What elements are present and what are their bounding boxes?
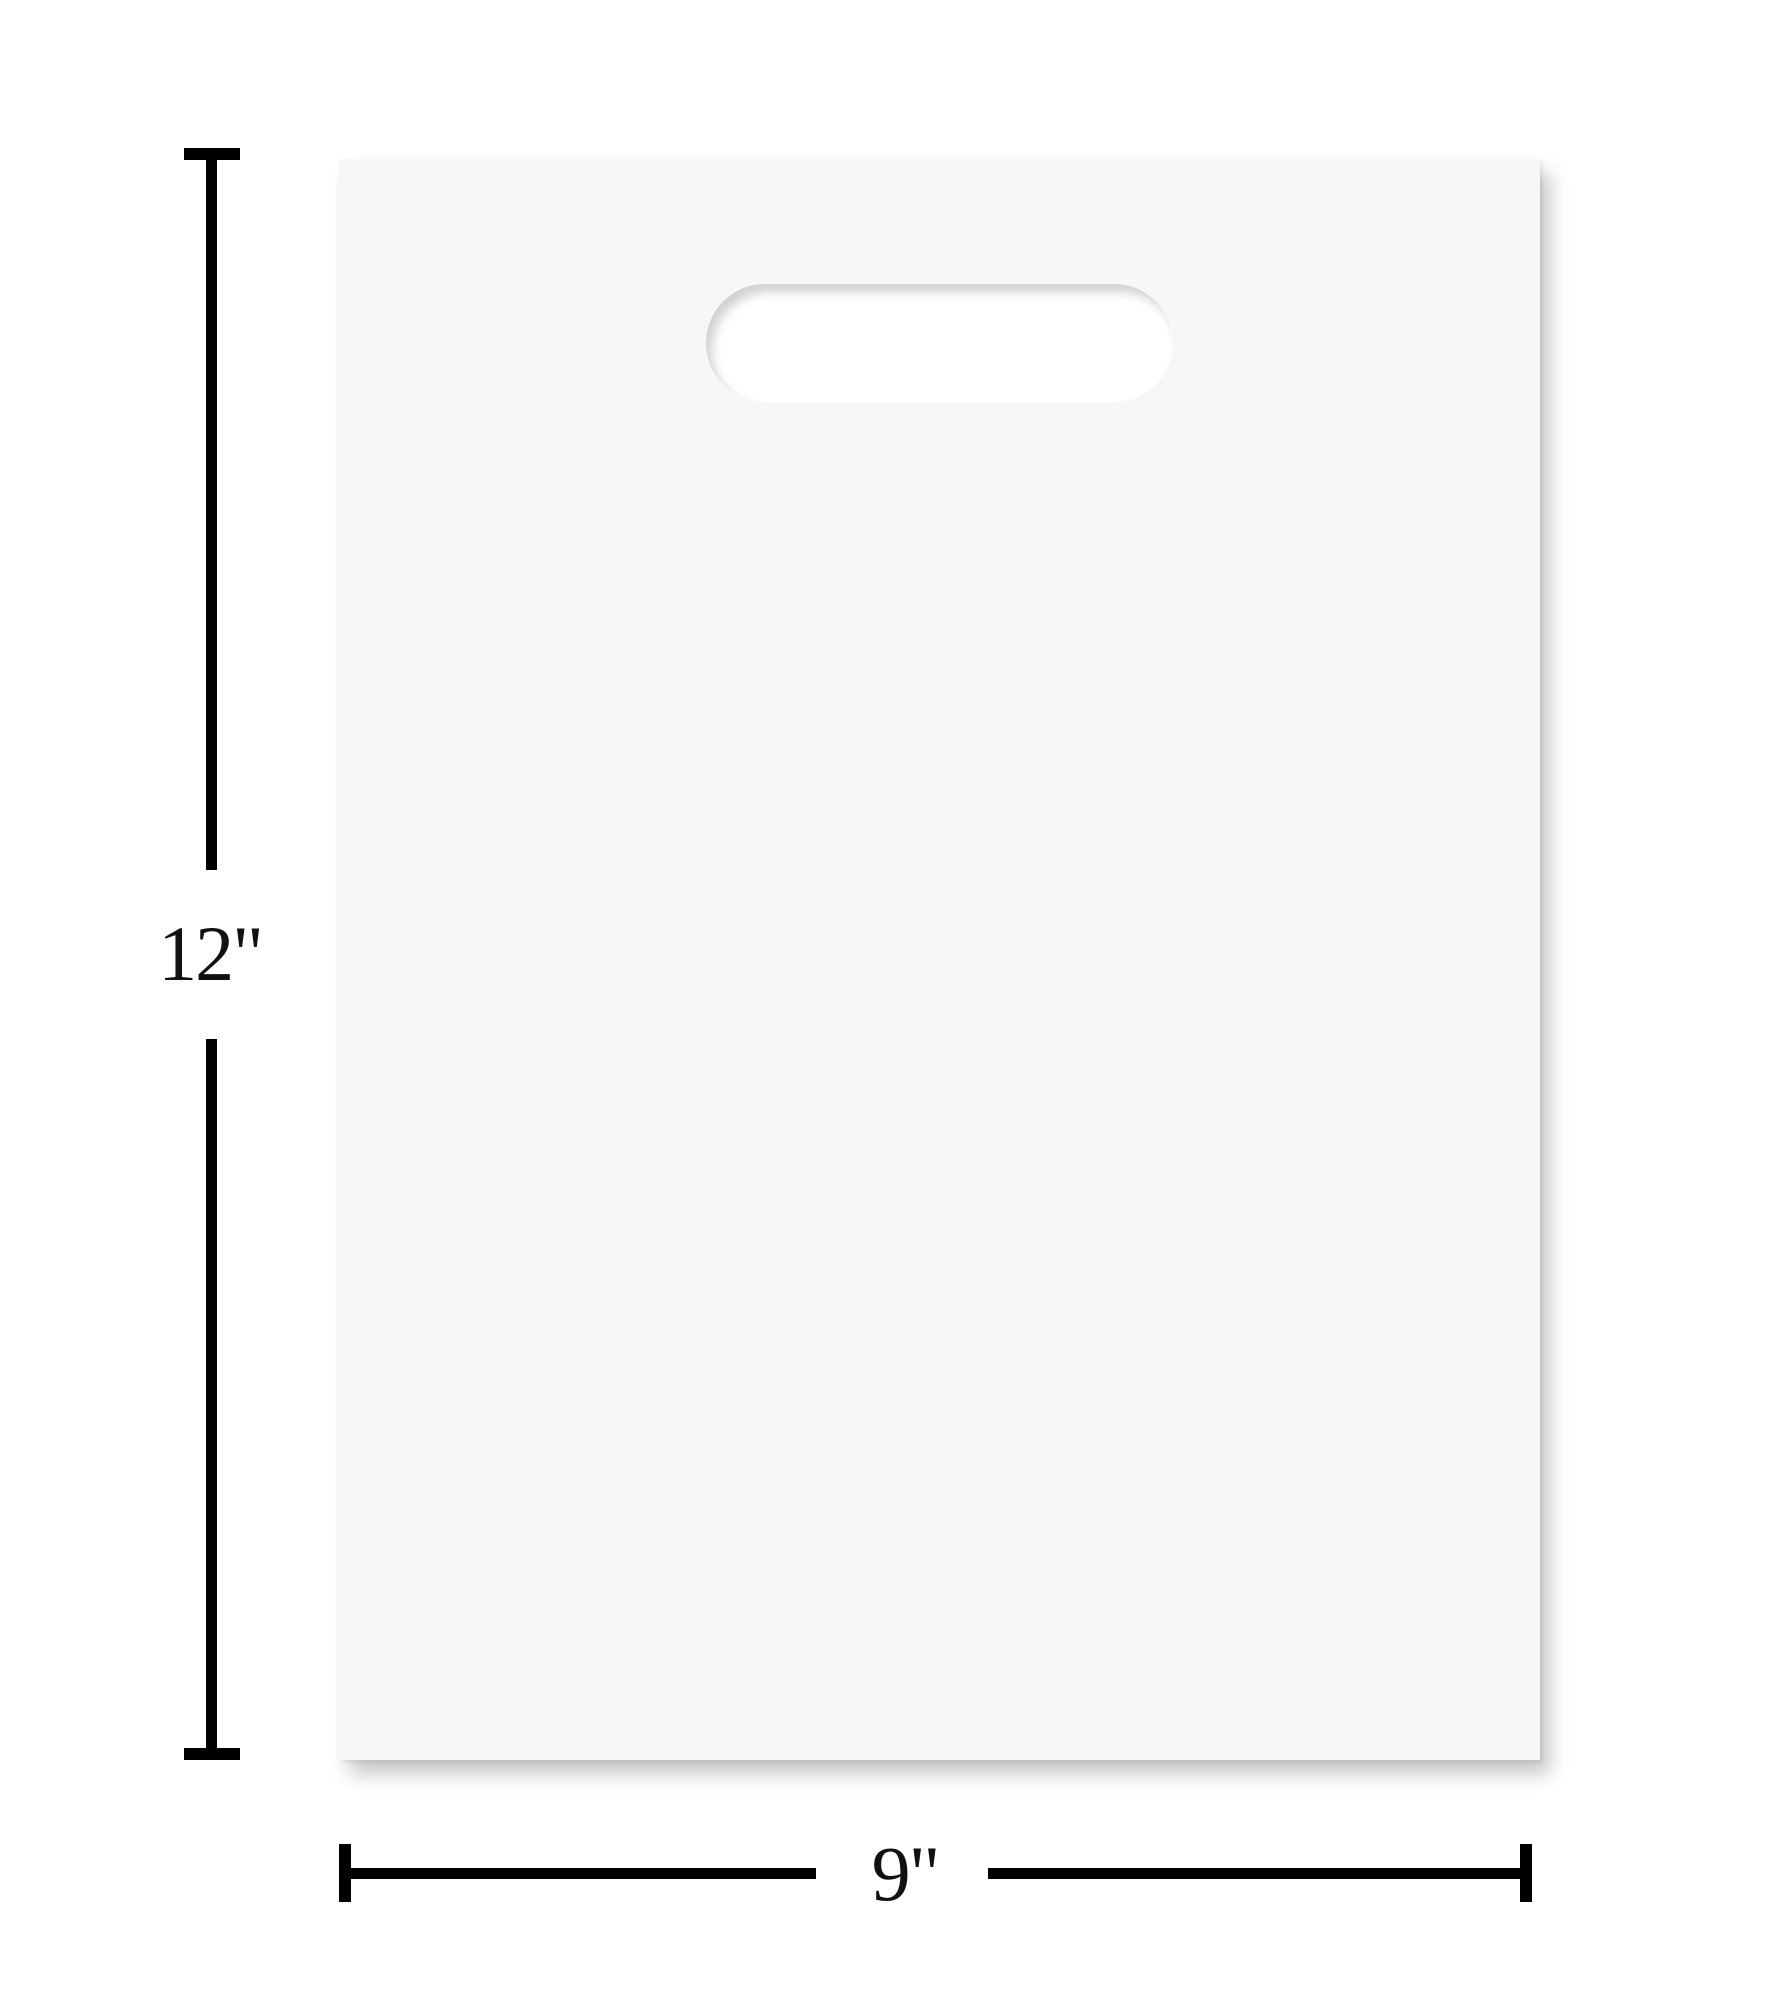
height-label: 12" (158, 910, 264, 997)
height-dimension-line-lower (206, 1039, 217, 1758)
height-dimension-line-upper (206, 148, 217, 870)
height-dimension-bottom-cap (184, 1748, 240, 1760)
width-dimension-line-right (988, 1868, 1530, 1879)
width-label: 9" (871, 1830, 941, 1917)
diagram-canvas: { "dimensions": { "height_label": "12\""… (0, 0, 1772, 2008)
die-cut-handle (706, 284, 1173, 402)
width-dimension-line-left (339, 1868, 816, 1879)
bag-outline (339, 159, 1540, 1760)
width-dimension-right-cap (1520, 1844, 1532, 1902)
